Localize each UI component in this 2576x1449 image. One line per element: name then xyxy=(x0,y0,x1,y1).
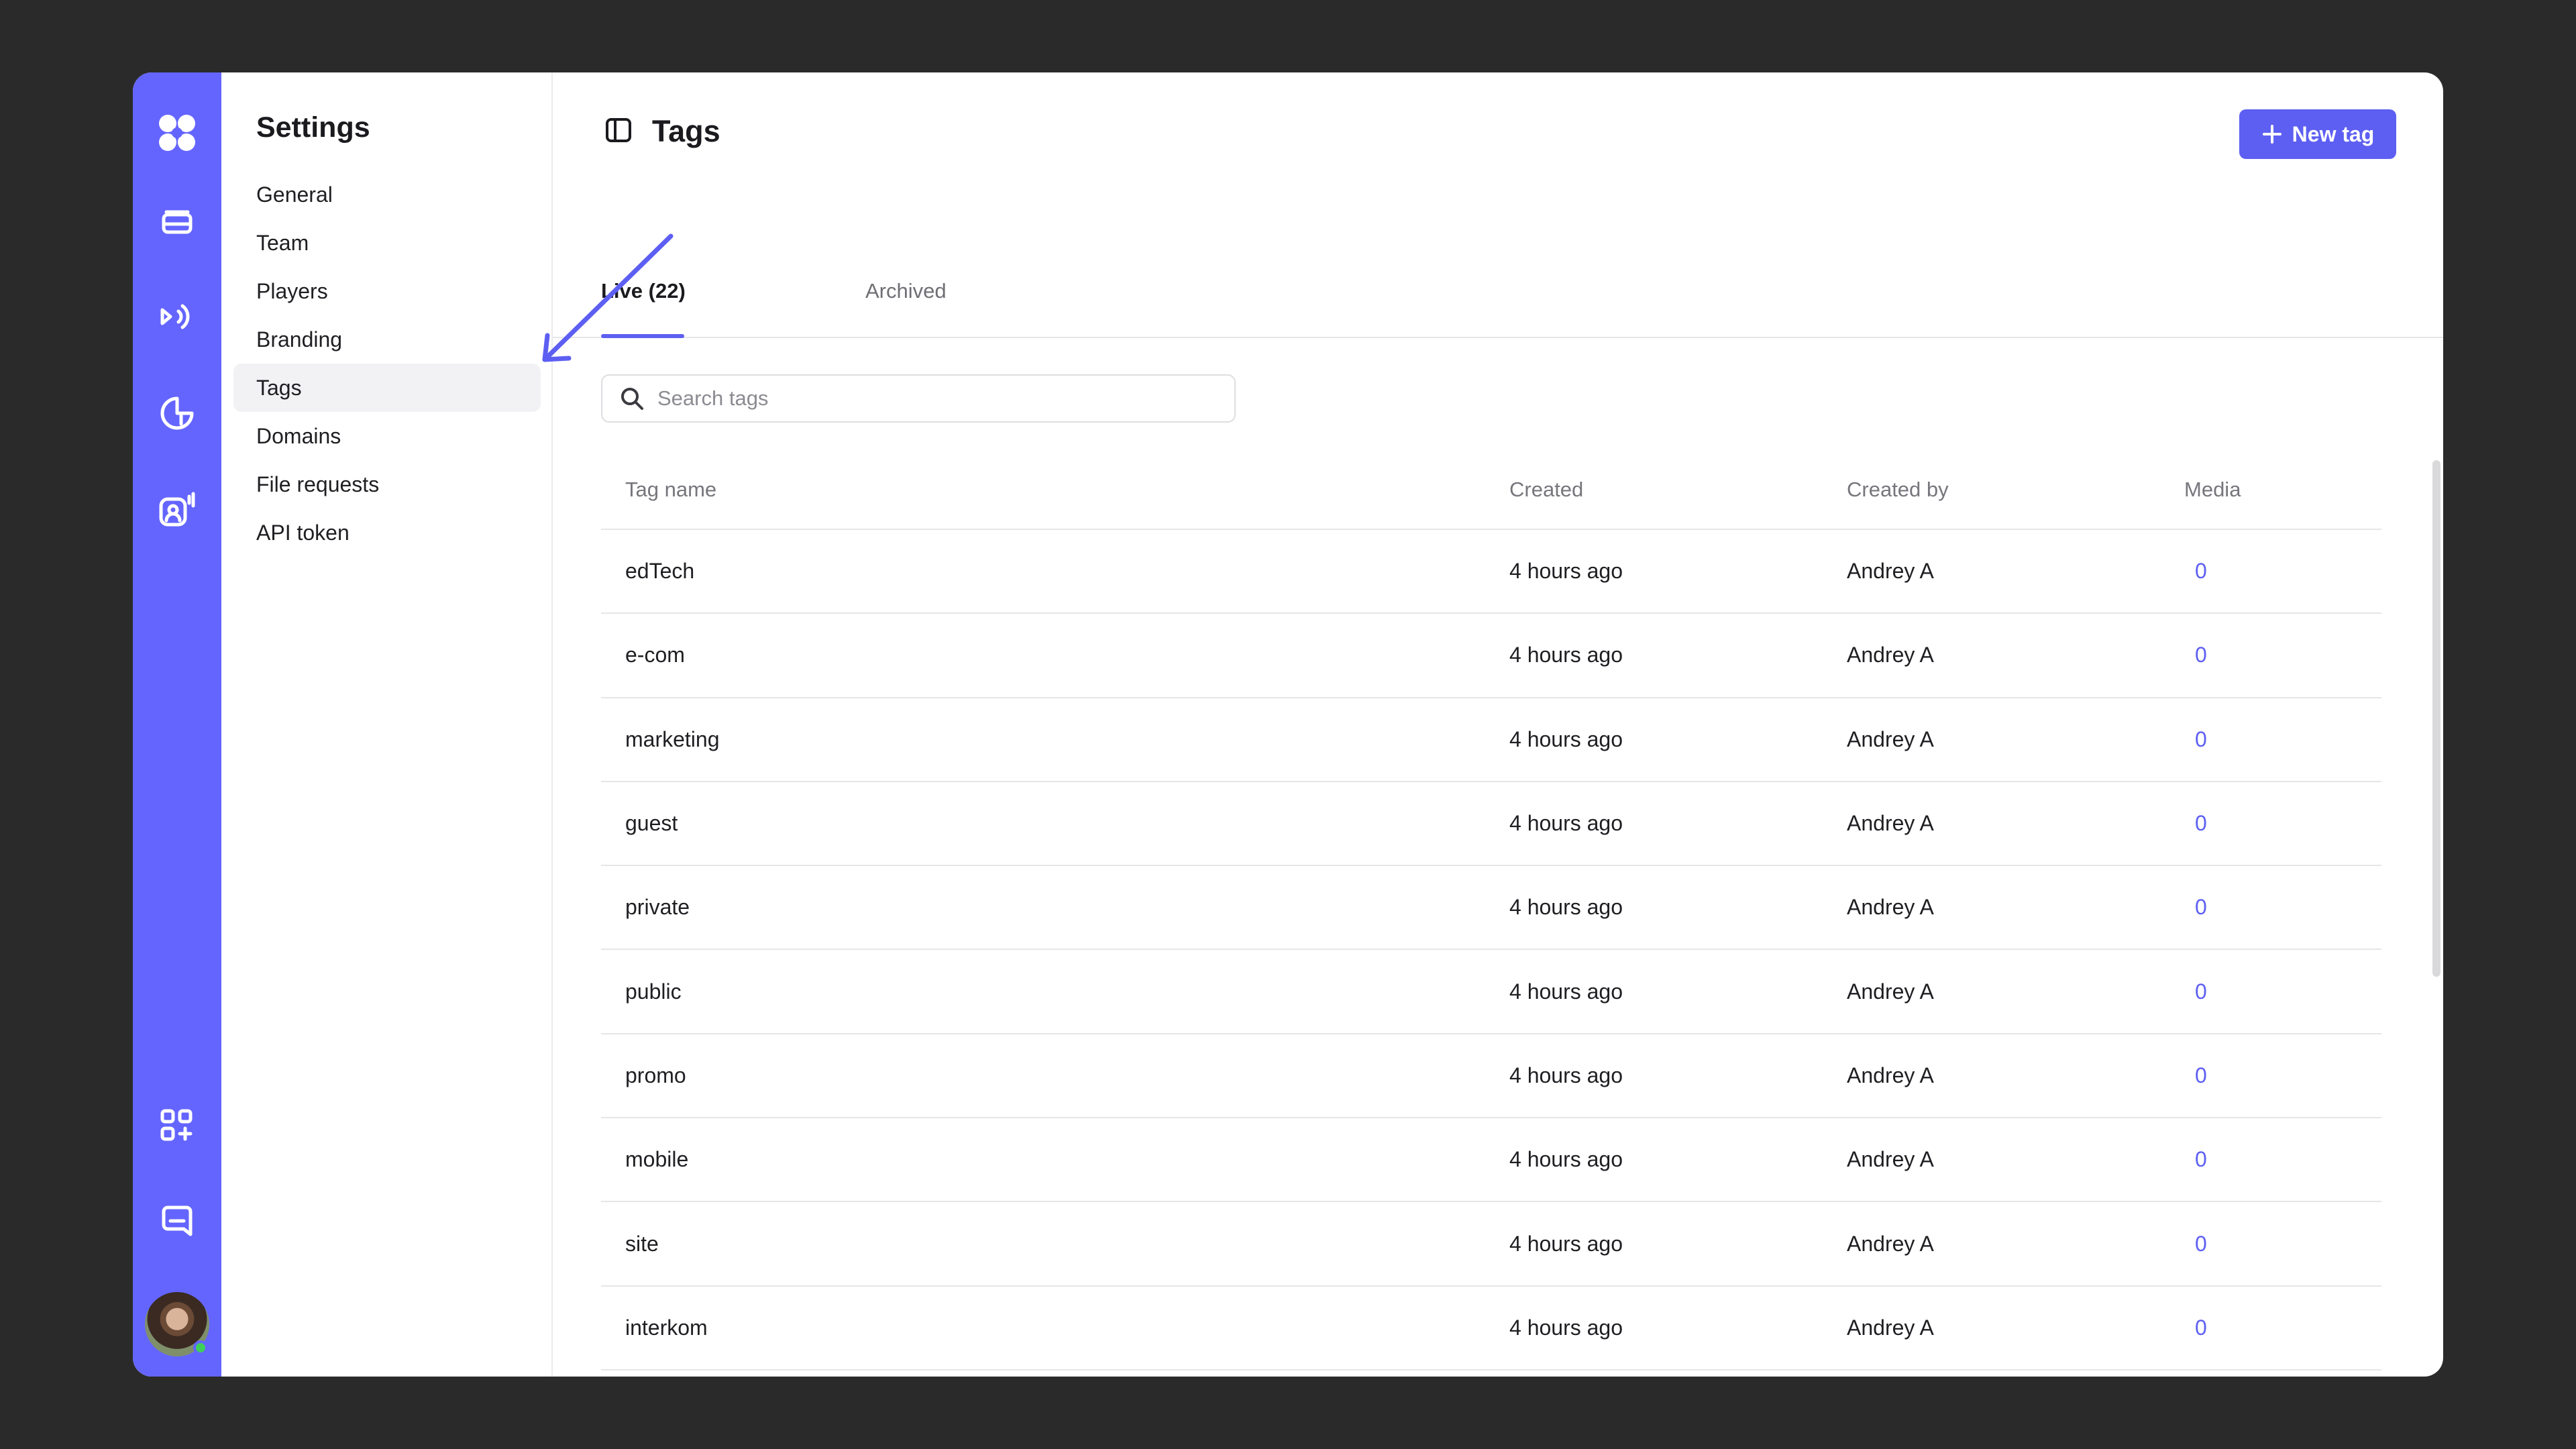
table-header: Tag name Created Created by Media xyxy=(601,451,2381,530)
table-row[interactable]: promo 4 hours ago Andrey A 0 xyxy=(601,1034,2381,1119)
media-count-link[interactable]: 0 xyxy=(2195,1063,2207,1088)
media-count-link[interactable]: 0 xyxy=(2195,895,2207,920)
sidebar-item-domains[interactable]: Domains xyxy=(233,412,541,460)
column-header-created-by[interactable]: Created by xyxy=(1847,478,1949,502)
created-by-cell: Andrey A xyxy=(1847,979,1934,1004)
created-cell: 4 hours ago xyxy=(1509,559,1623,584)
table-row[interactable]: edTech 4 hours ago Andrey A 0 xyxy=(601,530,2381,614)
sidebar-item-api-token[interactable]: API token xyxy=(233,508,541,557)
table-row[interactable]: guest 4 hours ago Andrey A 0 xyxy=(601,782,2381,867)
sidebar-toggle-icon[interactable] xyxy=(604,115,633,148)
icon-rail xyxy=(133,72,221,1377)
search-icon xyxy=(621,388,643,410)
settings-sidebar: Settings General Team Players Branding T… xyxy=(221,72,553,1377)
user-avatar[interactable] xyxy=(145,1292,209,1356)
created-cell: 4 hours ago xyxy=(1509,1063,1623,1087)
created-by-cell: Andrey A xyxy=(1847,727,1934,751)
app-window: Settings General Team Players Branding T… xyxy=(133,72,2443,1377)
created-by-cell: Andrey A xyxy=(1847,559,1934,584)
media-count-link[interactable]: 0 xyxy=(2195,559,2207,584)
analytics-icon[interactable] xyxy=(149,385,205,441)
sidebar-item-team[interactable]: Team xyxy=(233,219,541,267)
logo-icon[interactable] xyxy=(149,105,205,161)
tag-name-cell: edTech xyxy=(625,559,695,584)
broadcast-icon[interactable] xyxy=(149,288,205,345)
active-tab-indicator xyxy=(601,334,684,338)
created-by-cell: Andrey A xyxy=(1847,811,1934,836)
page-header: Tags xyxy=(604,114,720,149)
tag-name-cell: guest xyxy=(625,811,678,836)
column-header-media[interactable]: Media xyxy=(2184,478,2241,502)
tag-name-cell: private xyxy=(625,895,690,920)
media-count-link[interactable]: 0 xyxy=(2195,1316,2207,1340)
media-count-link[interactable]: 0 xyxy=(2195,727,2207,752)
search-input[interactable] xyxy=(656,386,1206,411)
table-row[interactable]: e-com 4 hours ago Andrey A 0 xyxy=(601,614,2381,698)
library-icon[interactable] xyxy=(149,192,205,248)
created-cell: 4 hours ago xyxy=(1509,895,1623,920)
table-row[interactable]: marketing 4 hours ago Andrey A 0 xyxy=(601,698,2381,782)
main-content: Tags New tag Live (22) Archived Tag name… xyxy=(553,72,2443,1377)
created-cell: 4 hours ago xyxy=(1509,1315,1623,1340)
new-tag-button[interactable]: New tag xyxy=(2239,109,2396,159)
created-by-cell: Andrey A xyxy=(1847,895,1934,920)
table-body: edTech 4 hours ago Andrey A 0 e-com 4 hours a… xyxy=(601,530,2381,1377)
tag-name-cell: marketing xyxy=(625,727,720,751)
studio-icon[interactable] xyxy=(149,482,205,538)
page-title: Tags xyxy=(652,114,720,148)
column-header-tag-name[interactable]: Tag name xyxy=(625,478,716,502)
tab-live[interactable]: Live (22) xyxy=(601,279,686,303)
online-status-dot xyxy=(193,1340,208,1355)
created-by-cell: Andrey A xyxy=(1847,1063,1934,1087)
column-header-created[interactable]: Created xyxy=(1509,478,1583,502)
created-cell: 4 hours ago xyxy=(1509,811,1623,836)
created-cell: 4 hours ago xyxy=(1509,979,1623,1004)
media-count-link[interactable]: 0 xyxy=(2195,1147,2207,1172)
tag-name-cell: e-com xyxy=(625,643,685,667)
media-count-link[interactable]: 0 xyxy=(2195,643,2207,667)
sidebar-item-players[interactable]: Players xyxy=(233,267,541,315)
tag-name-cell: promo xyxy=(625,1063,686,1087)
tag-name-cell: public xyxy=(625,979,682,1004)
table-row[interactable]: private 4 hours ago Andrey A 0 xyxy=(601,866,2381,951)
new-tag-label: New tag xyxy=(2292,121,2375,146)
media-count-link[interactable]: 0 xyxy=(2195,1232,2207,1256)
sidebar-item-file-requests[interactable]: File requests xyxy=(233,460,541,508)
tags-table: Tag name Created Created by Media edTech… xyxy=(601,478,2381,1377)
created-cell: 4 hours ago xyxy=(1509,1231,1623,1256)
table-row[interactable]: interkom 4 hours ago Andrey A 0 xyxy=(601,1287,2381,1371)
plus-icon xyxy=(2262,125,2282,144)
created-by-cell: Andrey A xyxy=(1847,1231,1934,1256)
created-by-cell: Andrey A xyxy=(1847,1147,1934,1172)
tag-name-cell: mobile xyxy=(625,1147,689,1172)
apps-icon[interactable] xyxy=(149,1097,205,1154)
search-box[interactable] xyxy=(601,374,1236,423)
chat-icon[interactable] xyxy=(149,1193,205,1249)
created-cell: 4 hours ago xyxy=(1509,643,1623,667)
settings-title: Settings xyxy=(256,111,370,144)
tag-name-cell: site xyxy=(625,1231,659,1256)
tab-archived[interactable]: Archived xyxy=(865,279,947,303)
media-count-link[interactable]: 0 xyxy=(2195,979,2207,1004)
created-by-cell: Andrey A xyxy=(1847,643,1934,667)
media-count-link[interactable]: 0 xyxy=(2195,811,2207,836)
created-cell: 4 hours ago xyxy=(1509,1147,1623,1172)
tabs-bar: Live (22) Archived xyxy=(553,263,2443,338)
tag-name-cell: interkom xyxy=(625,1315,708,1340)
sidebar-item-branding[interactable]: Branding xyxy=(233,315,541,364)
table-row[interactable]: mobile 4 hours ago Andrey A 0 xyxy=(601,1118,2381,1203)
table-row[interactable]: public 4 hours ago Andrey A 0 xyxy=(601,950,2381,1034)
sidebar-item-general[interactable]: General xyxy=(233,170,541,219)
created-by-cell: Andrey A xyxy=(1847,1315,1934,1340)
created-cell: 4 hours ago xyxy=(1509,727,1623,751)
table-row[interactable]: site 4 hours ago Andrey A 0 xyxy=(601,1202,2381,1287)
table-row[interactable]: embed4 hours agoAndrey A0 xyxy=(601,1371,2381,1377)
sidebar-item-tags[interactable]: Tags xyxy=(233,364,541,412)
table-scrollbar[interactable] xyxy=(2432,460,2440,977)
